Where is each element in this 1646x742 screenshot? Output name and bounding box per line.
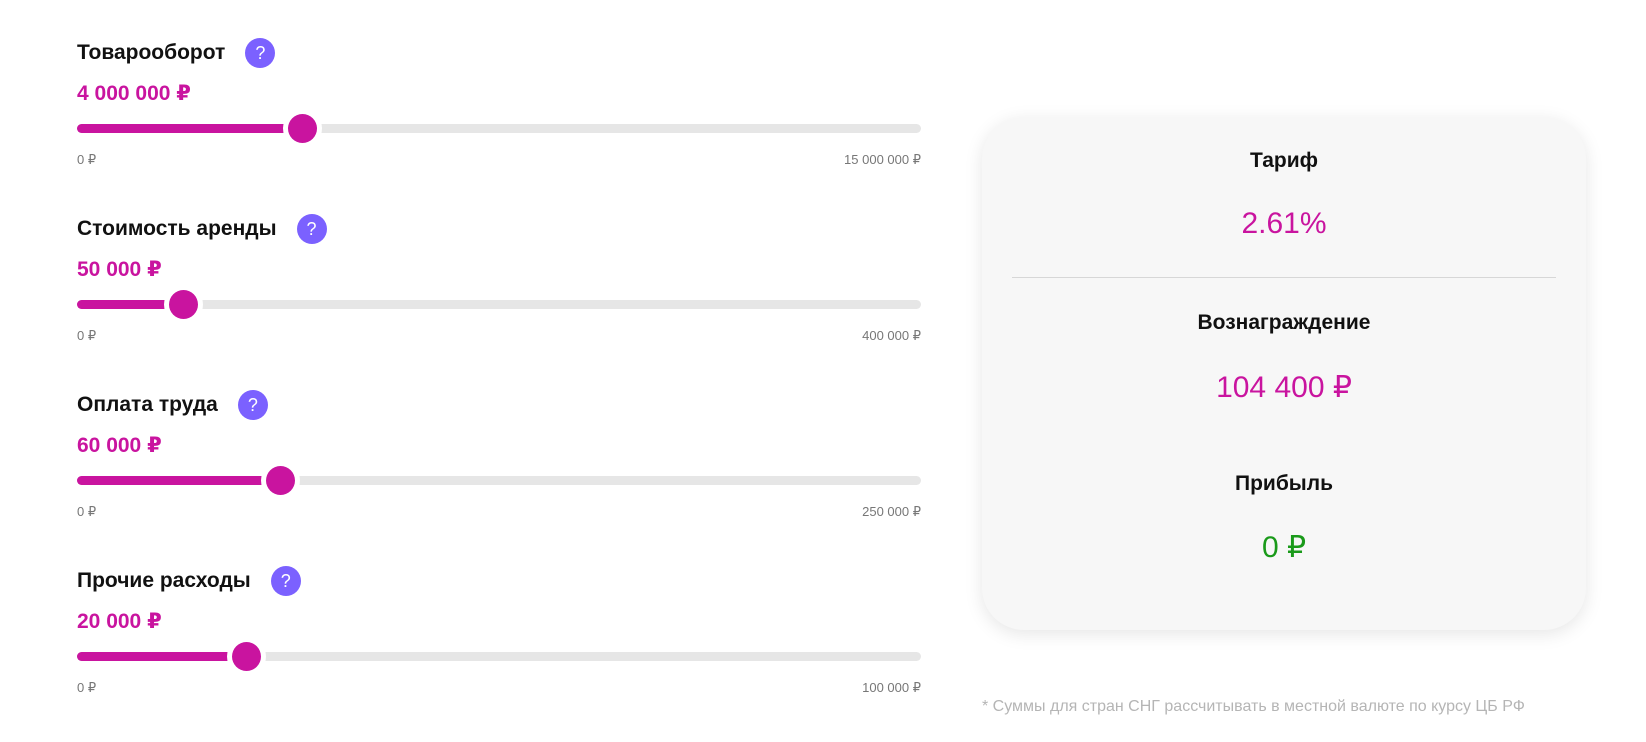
footnote: * Суммы для стран СНГ рассчитывать в мес… (982, 698, 1525, 715)
divider (1012, 277, 1556, 278)
slider-fill (77, 476, 280, 485)
slider-min-label: 0 ₽ (77, 680, 97, 695)
slider-title: Товарооборот (77, 41, 226, 64)
reward-value: 104 400 ₽ (1216, 371, 1352, 404)
result-card: Тариф 2.61% Вознаграждение 104 400 ₽ При… (982, 117, 1586, 630)
help-icon[interactable]: ? (270, 566, 301, 596)
slider-max-label: 250 000 ₽ (862, 504, 921, 519)
slider-thumb[interactable] (231, 642, 261, 671)
slider-max-label: 100 000 ₽ (862, 680, 921, 695)
slider-track[interactable] (77, 290, 921, 319)
slider-value: 50 000 ₽ (77, 258, 162, 281)
slider-thumb[interactable] (265, 466, 295, 495)
profit-label: Прибыль (1235, 472, 1333, 495)
slider-title-row: Стоимость аренды ? (77, 213, 327, 245)
slider-title-row: Товарооборот ? (77, 37, 276, 69)
slider-fill (77, 652, 246, 661)
help-icon[interactable]: ? (296, 214, 327, 244)
slider-title-row: Прочие расходы ? (77, 565, 301, 597)
tariff-label: Тариф (1249, 149, 1319, 172)
help-icon[interactable]: ? (245, 38, 276, 68)
slider-title: Стоимость аренды (77, 217, 277, 240)
slider-labor: Оплата труда ? 60 000 ₽ 0 ₽ 250 000 ₽ (77, 389, 921, 539)
slider-min-label: 0 ₽ (77, 152, 97, 167)
slider-other-expenses: Прочие расходы ? 20 000 ₽ 0 ₽ 100 000 ₽ (77, 565, 921, 715)
slider-min-label: 0 ₽ (77, 328, 97, 343)
help-icon[interactable]: ? (237, 390, 268, 420)
profit-value: 0 ₽ (1261, 531, 1307, 564)
slider-turnover: Товарооборот ? 4 000 000 ₽ 0 ₽ 15 000 00… (77, 37, 921, 187)
slider-fill (77, 124, 303, 133)
reward-label: Вознаграждение (1197, 311, 1371, 334)
tariff-value: 2.61% (1241, 207, 1327, 240)
slider-track[interactable] (77, 466, 921, 495)
slider-rent: Стоимость аренды ? 50 000 ₽ 0 ₽ 400 000 … (77, 213, 921, 363)
slider-fill (77, 300, 183, 309)
slider-title-row: Оплата труда ? (77, 389, 268, 421)
slider-thumb[interactable] (168, 290, 198, 319)
slider-track[interactable] (77, 114, 921, 143)
slider-max-label: 400 000 ₽ (862, 328, 921, 343)
slider-value: 20 000 ₽ (77, 610, 162, 633)
slider-title: Оплата труда (77, 393, 218, 416)
slider-min-label: 0 ₽ (77, 504, 97, 519)
slider-value: 60 000 ₽ (77, 434, 162, 457)
slider-track[interactable] (77, 642, 921, 671)
slider-max-label: 15 000 000 ₽ (844, 152, 921, 167)
slider-thumb[interactable] (288, 114, 318, 143)
slider-title: Прочие расходы (77, 569, 251, 592)
slider-value: 4 000 000 ₽ (77, 82, 191, 105)
